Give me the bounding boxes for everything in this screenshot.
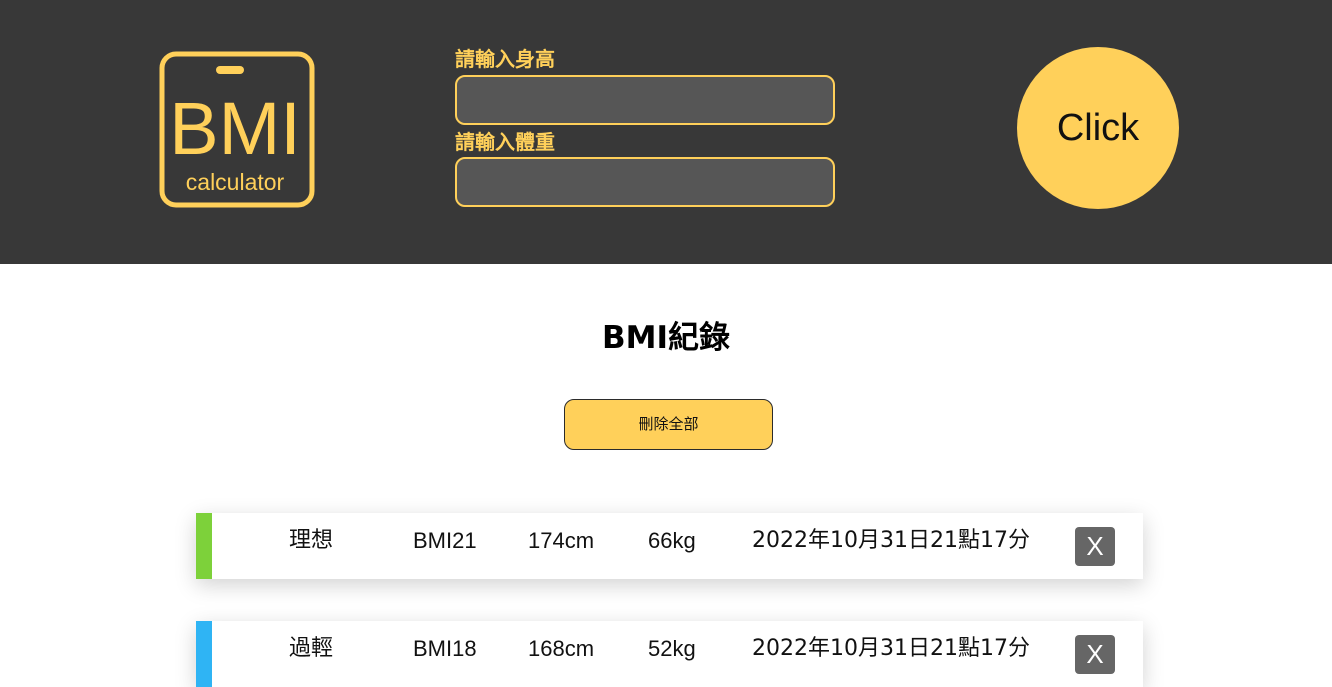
- record-weight: 52kg: [648, 636, 696, 661]
- weight-input[interactable]: [455, 157, 835, 207]
- bmi-logo: BMI calculator: [158, 50, 316, 210]
- record-height: 168cm: [528, 636, 595, 661]
- page-title: BMI紀錄: [601, 320, 730, 356]
- record-bmi: BMI21: [413, 528, 477, 553]
- record-weight: 66kg: [648, 528, 696, 553]
- record-status: 過輕: [289, 636, 334, 661]
- weight-label: 請輸入體重: [455, 130, 555, 154]
- delete-record-button[interactable]: X: [1075, 635, 1115, 674]
- record-row: 理想 BMI21 174cm 66kg 2022年10月31日21點17分 X: [196, 513, 1143, 579]
- record-row: 過輕 BMI18 168cm 52kg 2022年10月31日21點17分 X: [196, 621, 1143, 687]
- calculate-button[interactable]: Click: [1017, 47, 1179, 209]
- logo-subtext: calculator: [186, 169, 285, 195]
- delete-all-button[interactable]: 刪除全部: [564, 399, 773, 450]
- height-input[interactable]: [455, 75, 835, 125]
- logo-text: BMI: [169, 87, 301, 170]
- record-bmi: BMI18: [413, 636, 477, 661]
- record-time: 2022年10月31日21點17分: [752, 528, 1030, 553]
- header-bar: BMI calculator 請輸入身高 請輸入體重 Click: [0, 0, 1332, 264]
- status-color-bar: [196, 513, 212, 579]
- record-time: 2022年10月31日21點17分: [752, 636, 1030, 661]
- record-status: 理想: [289, 528, 334, 553]
- record-height: 174cm: [528, 528, 595, 553]
- height-label: 請輸入身高: [455, 47, 555, 71]
- status-color-bar: [196, 621, 212, 687]
- delete-record-button[interactable]: X: [1075, 527, 1115, 566]
